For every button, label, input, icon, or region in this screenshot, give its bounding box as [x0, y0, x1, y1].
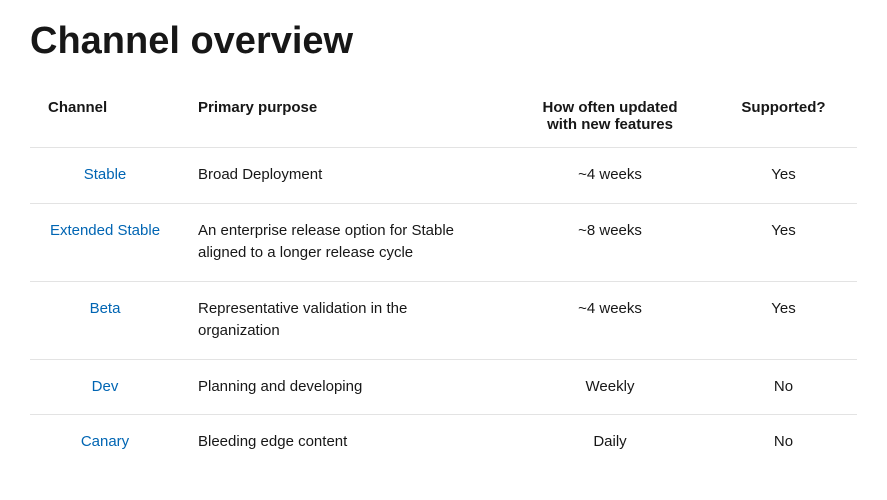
cell-supported: Yes: [710, 203, 857, 281]
table-row: Canary Bleeding edge content Daily No: [30, 415, 857, 470]
channel-link-stable[interactable]: Stable: [84, 166, 127, 183]
cell-purpose: Representative validation in the organiz…: [180, 281, 510, 359]
header-frequency: How often updated with new features: [510, 87, 710, 148]
cell-purpose: Broad Deployment: [180, 148, 510, 204]
header-purpose: Primary purpose: [180, 87, 510, 148]
cell-frequency: ~4 weeks: [510, 281, 710, 359]
cell-purpose: An enterprise release option for Stable …: [180, 203, 510, 281]
cell-supported: No: [710, 359, 857, 415]
cell-supported: No: [710, 415, 857, 470]
header-channel: Channel: [30, 87, 180, 148]
cell-supported: Yes: [710, 281, 857, 359]
cell-frequency: Weekly: [510, 359, 710, 415]
table-row: Beta Representative validation in the or…: [30, 281, 857, 359]
cell-purpose: Planning and developing: [180, 359, 510, 415]
table-header-row: Channel Primary purpose How often update…: [30, 87, 857, 148]
table-row: Extended Stable An enterprise release op…: [30, 203, 857, 281]
table-row: Dev Planning and developing Weekly No: [30, 359, 857, 415]
table-row: Stable Broad Deployment ~4 weeks Yes: [30, 148, 857, 204]
cell-purpose: Bleeding edge content: [180, 415, 510, 470]
channel-link-beta[interactable]: Beta: [90, 300, 121, 317]
cell-frequency: ~4 weeks: [510, 148, 710, 204]
page-title: Channel overview: [30, 20, 857, 63]
cell-frequency: ~8 weeks: [510, 203, 710, 281]
channel-table: Channel Primary purpose How often update…: [30, 87, 857, 470]
channel-link-dev[interactable]: Dev: [92, 378, 119, 395]
header-supported: Supported?: [710, 87, 857, 148]
channel-link-canary[interactable]: Canary: [81, 433, 129, 450]
channel-link-extended-stable[interactable]: Extended Stable: [50, 222, 160, 239]
cell-frequency: Daily: [510, 415, 710, 470]
cell-supported: Yes: [710, 148, 857, 204]
